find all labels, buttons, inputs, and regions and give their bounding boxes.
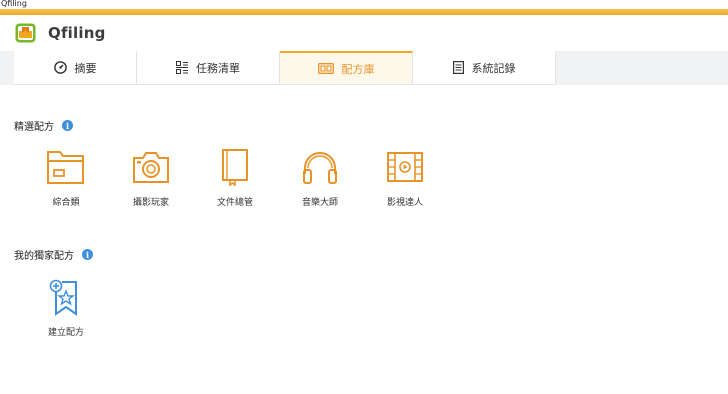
recipe-label: 建立配方: [47, 328, 84, 338]
recipe-music-master[interactable]: 音樂大師: [285, 148, 355, 208]
recipe-label: 攝影玩家: [132, 198, 169, 208]
recipe-general[interactable]: 綜合類: [31, 148, 101, 208]
featured-section-title: 精選配方 i: [14, 118, 73, 133]
headphones-icon: [303, 152, 337, 184]
folder-icon: [47, 151, 84, 184]
camera-icon: [133, 152, 169, 183]
tab-task-list[interactable]: 任務清單: [137, 51, 280, 85]
tab-label: 系統記錄: [471, 61, 516, 75]
section-title-text: 我的獨家配方: [14, 251, 74, 262]
window-title: Qfiling: [1, 0, 27, 8]
recipe-library-icon: [317, 63, 334, 74]
recipe-label: 影視達人: [386, 198, 423, 208]
tab-system-log[interactable]: 系統記錄: [413, 51, 556, 85]
task-list-icon: [176, 61, 188, 74]
window-titlebar: Qfiling: [0, 0, 728, 9]
book-icon: [222, 149, 248, 186]
recipe-create[interactable]: 建立配方: [31, 278, 101, 338]
info-icon[interactable]: i: [62, 120, 73, 131]
info-icon[interactable]: i: [82, 249, 93, 260]
tab-summary[interactable]: 摘要: [14, 51, 137, 85]
recipe-photographer[interactable]: 攝影玩家: [116, 148, 186, 208]
tab-label: 摘要: [74, 61, 97, 75]
dashboard-icon: [53, 61, 67, 74]
recipe-label: 文件總管: [216, 198, 253, 208]
tab-recipe-library[interactable]: 配方庫: [280, 51, 413, 85]
recipe-label: 綜合類: [52, 198, 80, 208]
tab-label: 配方庫: [341, 62, 375, 76]
recipe-label: 音樂大師: [301, 198, 338, 208]
qfiling-logo-icon: [15, 23, 36, 43]
section-title-text: 精選配方: [14, 122, 54, 133]
app-header: Qfiling: [0, 15, 728, 51]
film-icon: [387, 152, 423, 182]
add-bookmark-icon: [49, 279, 77, 316]
recipe-video-expert[interactable]: 影視達人: [370, 148, 440, 208]
app-name: Qfiling: [48, 24, 106, 42]
my-recipes-section-title: 我的獨家配方 i: [14, 247, 93, 262]
document-icon: [452, 61, 464, 74]
recipe-document-manager[interactable]: 文件總管: [200, 148, 270, 208]
tab-label: 任務清單: [196, 61, 240, 75]
